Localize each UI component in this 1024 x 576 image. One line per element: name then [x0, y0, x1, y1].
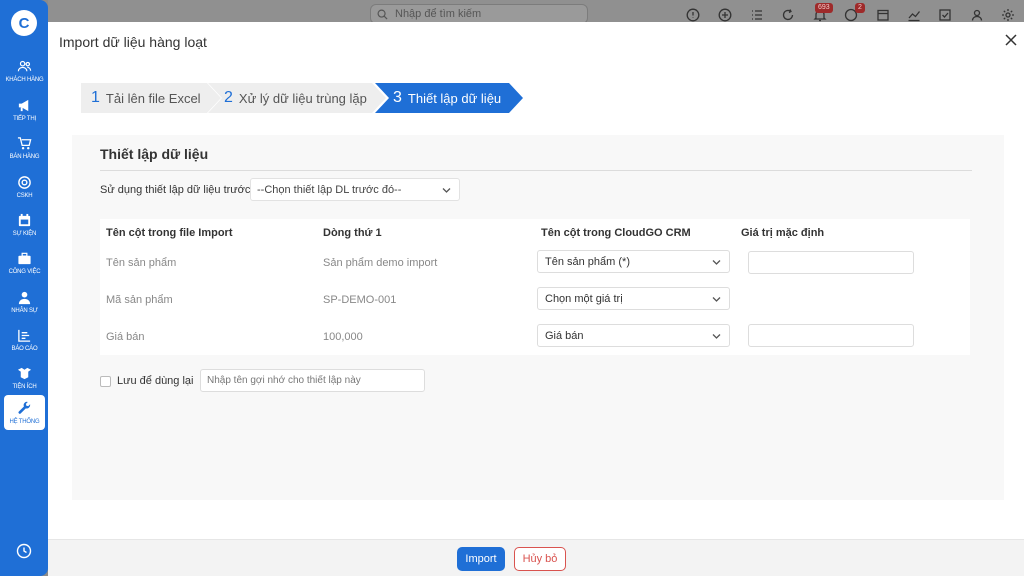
- step-label: Tải lên file Excel: [105, 90, 201, 106]
- nav-customers[interactable]: KHÁCH HÀNG: [4, 53, 45, 89]
- step-duplicates[interactable]: 2 Xử lý dữ liệu trùng lặp: [208, 83, 386, 113]
- briefcase-icon: [18, 252, 31, 265]
- mapping-table: Tên cột trong file Import Dòng thứ 1 Tên…: [100, 219, 970, 355]
- clock-icon[interactable]: [16, 543, 32, 559]
- nav-label: BÁN HÀNG: [9, 154, 40, 160]
- crm-field-value: Chọn một giá trị: [545, 292, 623, 305]
- support-icon: [18, 176, 31, 189]
- gear-icon[interactable]: [1001, 8, 1015, 22]
- nav-label: CÔNG VIỆC: [8, 269, 41, 275]
- app-logo[interactable]: C: [11, 10, 37, 36]
- megaphone-icon: [18, 99, 29, 112]
- default-value-input[interactable]: [748, 324, 914, 347]
- step-number: 2: [224, 89, 233, 106]
- import-column-cell: Mã sản phẩm: [106, 294, 173, 306]
- chevron-down-icon: [712, 334, 721, 339]
- task-check-icon[interactable]: [938, 8, 952, 22]
- top-bar: Nhập để tìm kiếm 693 2: [48, 0, 1024, 24]
- nav-reports[interactable]: BÁO CÁO: [4, 322, 45, 358]
- import-column-cell: Tên sản phẩm: [106, 257, 177, 269]
- chevron-down-icon: [442, 188, 451, 193]
- refresh-icon[interactable]: [781, 8, 795, 22]
- search-icon: [377, 9, 388, 20]
- step-label: Thiết lập dữ liệu: [407, 90, 502, 106]
- search-placeholder: Nhập để tìm kiếm: [395, 8, 482, 20]
- column-header: Tên cột trong file Import: [106, 227, 233, 239]
- nav-label: NHÂN SỰ: [11, 308, 38, 314]
- step-upload[interactable]: 1 Tải lên file Excel: [81, 83, 221, 113]
- column-header: Dòng thứ 1: [323, 227, 382, 239]
- alert-icon[interactable]: [686, 8, 700, 22]
- nav-label: TIẾP THỊ: [13, 116, 36, 122]
- nav-label: TIỆN ÍCH: [12, 384, 37, 390]
- users-icon: [17, 60, 32, 72]
- crm-field-value: Giá bán: [545, 329, 584, 342]
- chat-badge: 2: [855, 3, 865, 13]
- preset-label: Sử dụng thiết lập dữ liệu trước: [100, 184, 251, 196]
- crm-field-select[interactable]: Chọn một giá trị: [537, 287, 730, 310]
- nav-support[interactable]: CSKH: [4, 169, 45, 205]
- nav-system[interactable]: HỆ THỐNG: [4, 395, 45, 430]
- calendar-icon[interactable]: [876, 8, 890, 22]
- crm-field-value: Tên sản phẩm (*): [545, 255, 630, 268]
- nav-label: BÁO CÁO: [11, 346, 38, 352]
- save-label: Lưu để dùng lại: [117, 375, 194, 387]
- modal-footer: Import Hủy bỏ: [48, 539, 1024, 576]
- cancel-button[interactable]: Hủy bỏ: [514, 547, 566, 571]
- nav-label: CSKH: [16, 193, 33, 199]
- import-button[interactable]: Import: [457, 547, 505, 571]
- wrench-icon: [18, 401, 31, 414]
- chart-icon[interactable]: [907, 8, 921, 22]
- divider: [100, 170, 972, 171]
- box-icon: [17, 367, 32, 380]
- cart-icon: [17, 137, 32, 150]
- step-number: 1: [91, 89, 100, 106]
- step-number: 3: [393, 89, 402, 106]
- preset-select-value: --Chọn thiết lập DL trước đó--: [257, 183, 402, 196]
- import-column-cell: Giá bán: [106, 331, 145, 343]
- list-icon[interactable]: [750, 8, 764, 22]
- nav-tasks[interactable]: CÔNG VIỆC: [4, 245, 45, 281]
- calendar-icon: [18, 213, 31, 227]
- global-search-input[interactable]: Nhập để tìm kiếm: [370, 4, 588, 24]
- first-row-cell: SP-DEMO-001: [323, 294, 397, 306]
- sidebar: C KHÁCH HÀNG TIẾP THỊ BÁN HÀNG CSKH SỰ K…: [0, 0, 48, 576]
- notification-badge: 693: [815, 3, 833, 13]
- step-label: Xử lý dữ liệu trùng lặp: [238, 90, 367, 106]
- preset-select[interactable]: --Chọn thiết lập DL trước đó--: [250, 178, 460, 201]
- close-icon[interactable]: [1004, 33, 1018, 47]
- nav-marketing[interactable]: TIẾP THỊ: [4, 92, 45, 128]
- settings-panel: Thiết lập dữ liệu Sử dụng thiết lập dữ l…: [72, 135, 1004, 500]
- chevron-down-icon: [712, 297, 721, 302]
- save-name-placeholder: Nhập tên gợi nhớ cho thiết lập này: [207, 375, 361, 386]
- nav-utilities[interactable]: TIỆN ÍCH: [4, 360, 45, 396]
- import-modal: Import dữ liệu hàng loạt 1 Tải lên file …: [48, 22, 1024, 576]
- nav-hr[interactable]: NHÂN SỰ: [4, 284, 45, 320]
- nav-events[interactable]: SỰ KIỆN: [4, 207, 45, 243]
- default-value-input[interactable]: [748, 251, 914, 274]
- save-checkbox[interactable]: [100, 376, 111, 387]
- step-configure[interactable]: 3 Thiết lập dữ liệu: [375, 83, 523, 113]
- save-name-input[interactable]: Nhập tên gợi nhớ cho thiết lập này: [200, 369, 425, 392]
- nav-label: KHÁCH HÀNG: [5, 77, 44, 83]
- crm-field-select[interactable]: Giá bán: [537, 324, 730, 347]
- chevron-down-icon: [712, 260, 721, 265]
- first-row-cell: 100,000: [323, 331, 363, 343]
- nav-label: SỰ KIỆN: [12, 231, 37, 237]
- crm-field-select[interactable]: Tên sản phẩm (*): [537, 250, 730, 273]
- section-title: Thiết lập dữ liệu: [100, 146, 209, 162]
- nav-label: HỆ THỐNG: [9, 418, 40, 425]
- column-header: Giá trị mặc định: [741, 227, 825, 239]
- person-icon: [18, 291, 31, 305]
- first-row-cell: Sản phẩm demo import: [323, 257, 438, 269]
- add-icon[interactable]: [718, 8, 732, 22]
- user-icon[interactable]: [970, 8, 984, 22]
- report-icon: [18, 329, 31, 342]
- modal-title: Import dữ liệu hàng loạt: [59, 34, 207, 50]
- nav-sales[interactable]: BÁN HÀNG: [4, 130, 45, 166]
- column-header: Tên cột trong CloudGO CRM: [541, 227, 691, 239]
